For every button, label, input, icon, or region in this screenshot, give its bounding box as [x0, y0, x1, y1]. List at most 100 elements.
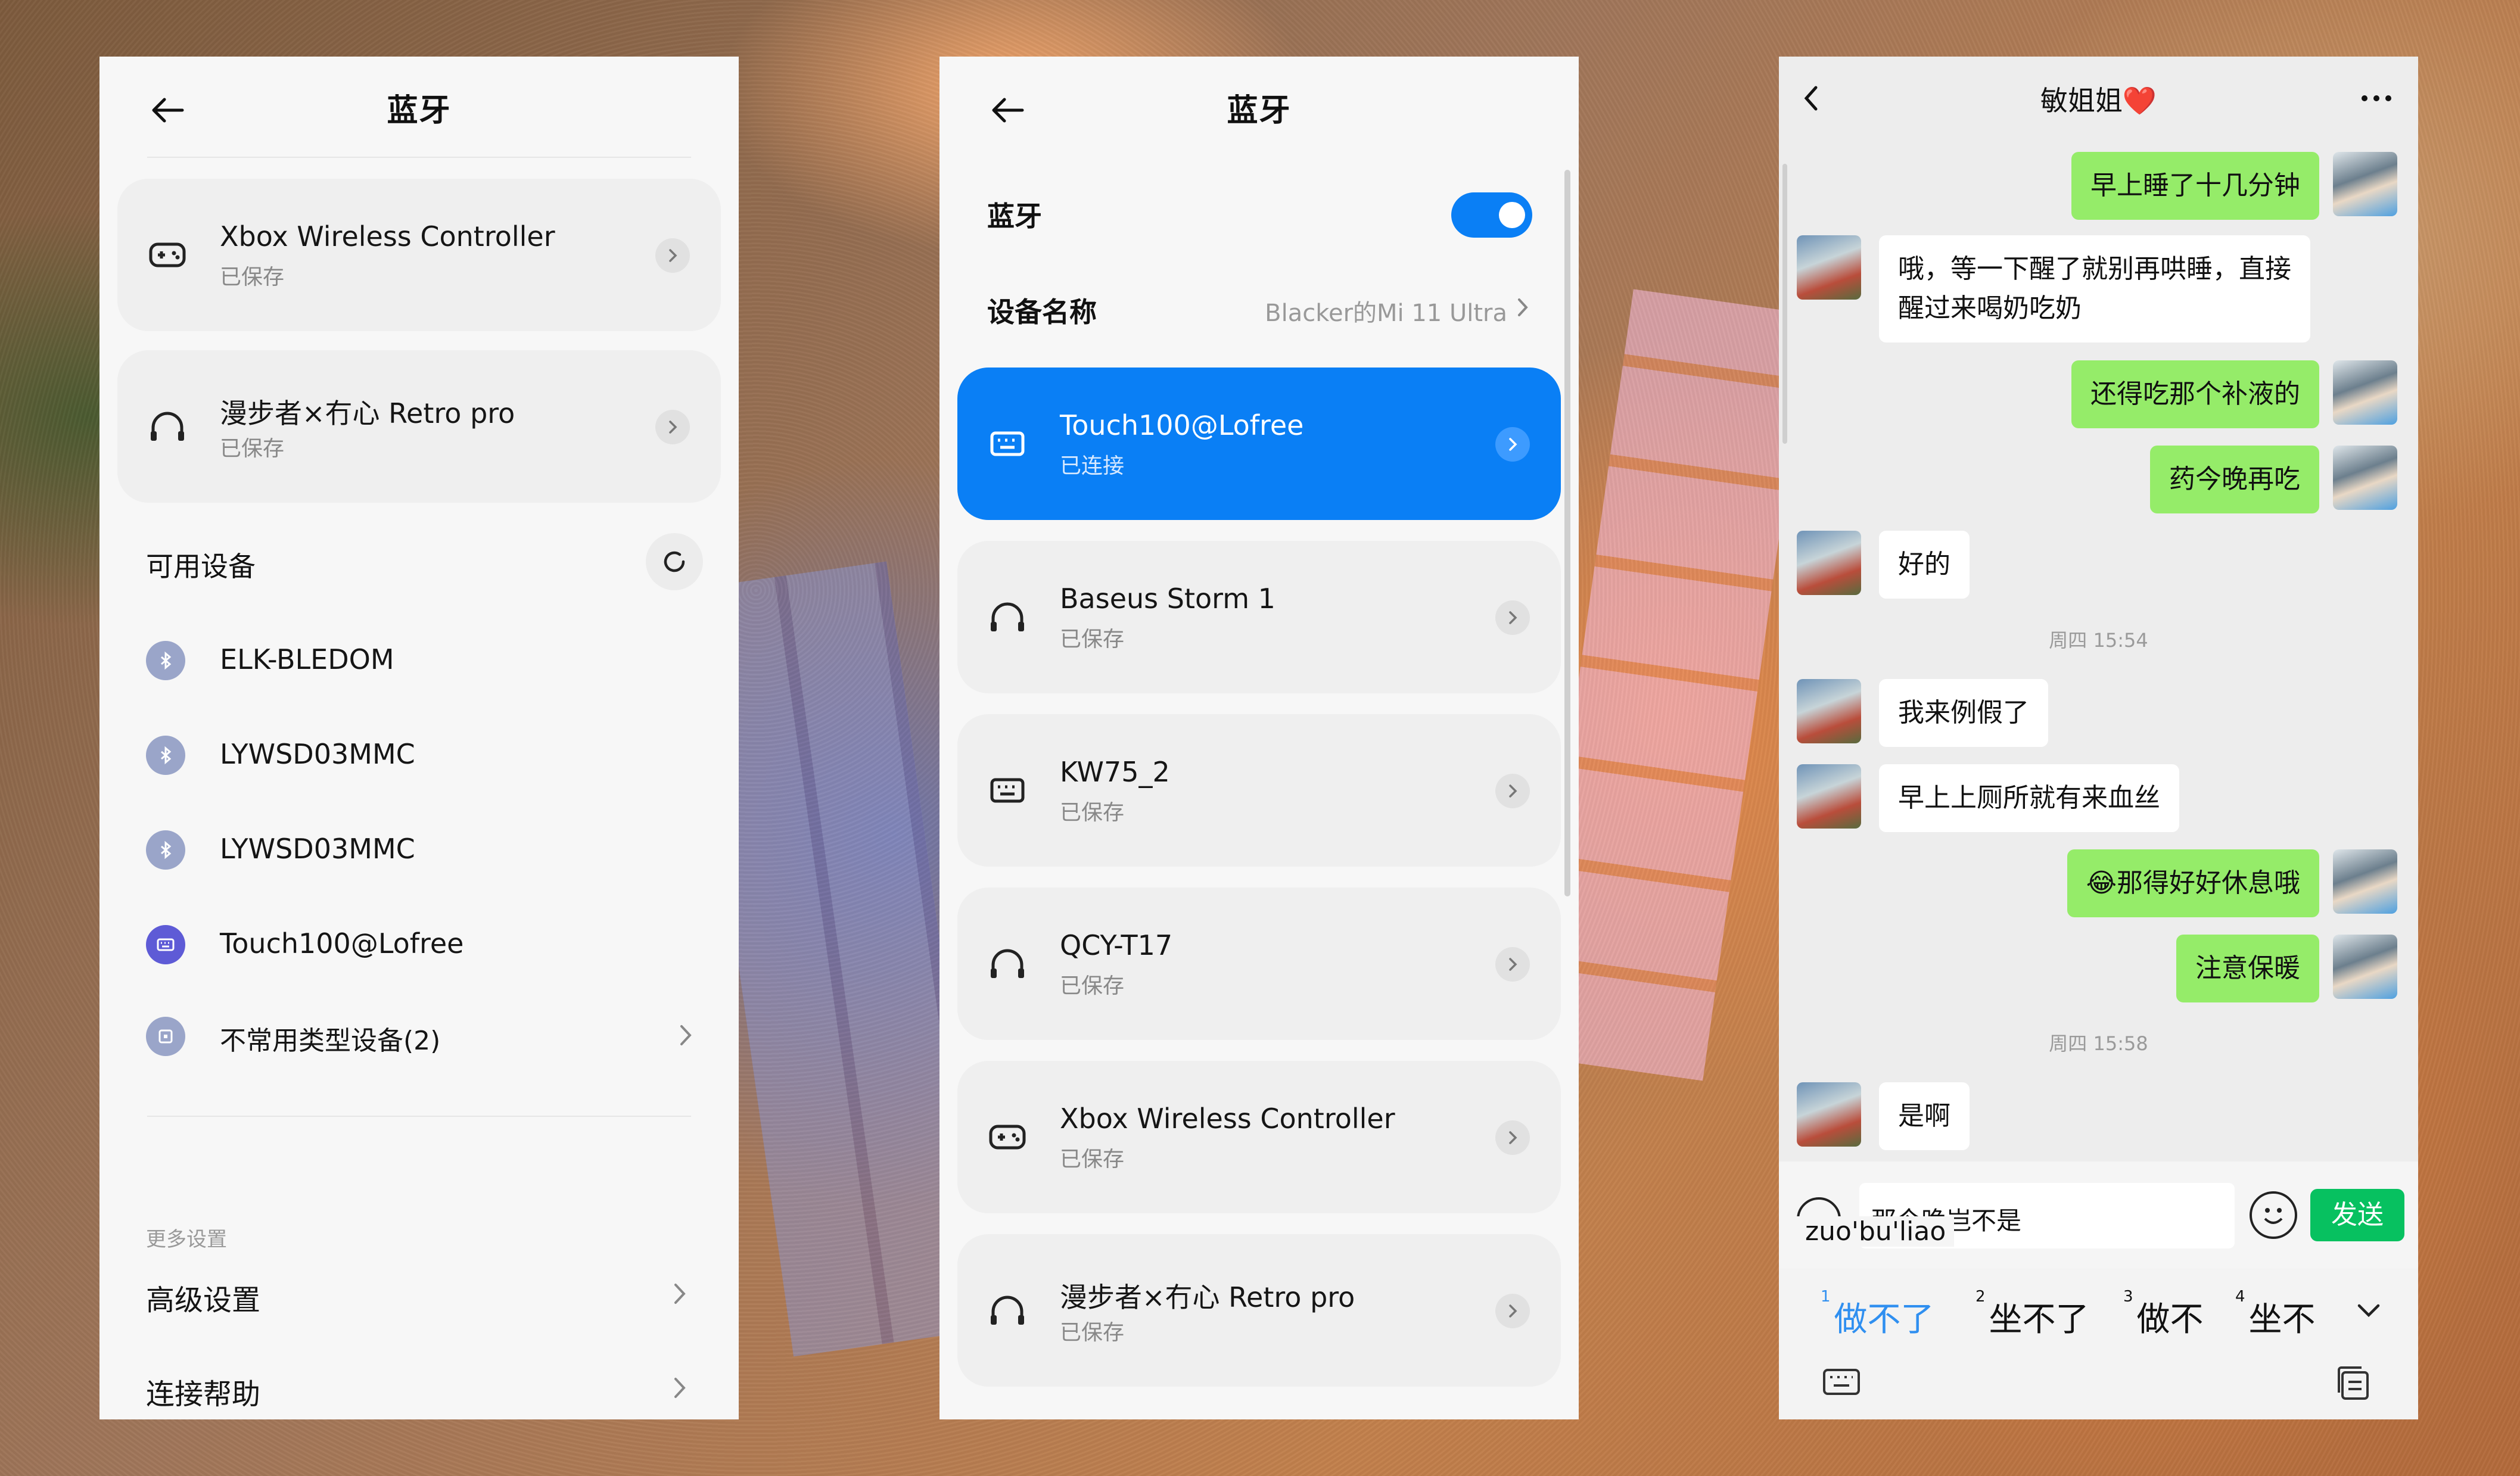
chevron-right-icon[interactable]	[655, 410, 690, 444]
page-title: 蓝牙	[1227, 93, 1292, 129]
chat-input-bar: 那今晚岂不是 zuo'bu'liao 发送	[1779, 1162, 2418, 1269]
device-name: Baseus Storm 1	[1060, 583, 1275, 615]
available-device-lywsd03mmc-1[interactable]: LYWSD03MMC	[146, 720, 697, 792]
chevron-right-icon[interactable]	[1495, 600, 1530, 635]
keyboard-icon[interactable]	[1821, 1364, 1862, 1402]
avatar[interactable]	[1797, 1082, 1861, 1147]
scrollbar[interactable]	[1782, 164, 1787, 444]
available-devices-label: 可用设备	[146, 550, 256, 583]
avatar[interactable]	[2333, 446, 2397, 510]
divider	[147, 1116, 691, 1117]
message-bubble[interactable]: 药今晚再吃	[2150, 446, 2319, 513]
ime-candidate-4[interactable]: 4坐不	[2235, 1288, 2316, 1341]
ime-candidate-1[interactable]: 1做不了	[1821, 1288, 1934, 1341]
uncommon-devices-label: 不常用类型设备(2)	[220, 1026, 441, 1056]
available-device-elk-bledom[interactable]: ELK-BLEDOM	[146, 625, 697, 697]
candidate-number: 4	[2235, 1288, 2245, 1306]
avatar[interactable]	[1797, 235, 1861, 300]
device-retro-pro[interactable]: 漫步者×冇心 Retro pro 已保存	[957, 1234, 1561, 1387]
avatar[interactable]	[2333, 849, 2397, 914]
device-name: LYWSD03MMC	[220, 833, 415, 865]
connection-help-row[interactable]: 连接帮助	[146, 1354, 691, 1419]
bluetooth-settings-panel-saved: 蓝牙 Xbox Wireless Controller 已保存 漫步者×冇心 R…	[99, 57, 739, 1419]
chat-title: 敏姐姐❤️	[2040, 85, 2157, 117]
uncommon-devices-row[interactable]: 不常用类型设备(2)	[146, 1001, 697, 1073]
gamepad-icon	[986, 1116, 1029, 1159]
message-bubble[interactable]: 好的	[1879, 531, 1970, 599]
saved-device-xbox[interactable]: Xbox Wireless Controller 已保存	[117, 179, 721, 331]
device-name: 漫步者×冇心 Retro pro	[220, 397, 515, 429]
advanced-settings-label: 高级设置	[146, 1284, 261, 1317]
bluetooth-toggle[interactable]	[1451, 192, 1532, 238]
ime-candidate-bar: 1做不了 2坐不了 3做不 4坐不	[1779, 1269, 2418, 1419]
device-name: Touch100@Lofree	[220, 927, 464, 960]
emoji-icon[interactable]	[2250, 1191, 2297, 1239]
device-touch100-connected[interactable]: Touch100@Lofree 已连接	[957, 368, 1561, 520]
device-kw75[interactable]: KW75_2 已保存	[957, 714, 1561, 867]
chevron-right-icon	[667, 1279, 691, 1311]
avatar[interactable]	[2333, 152, 2397, 216]
candidate-text: 做不	[2136, 1300, 2204, 1339]
device-status: 已保存	[1060, 627, 1125, 652]
message-bubble[interactable]: 还得吃那个补液的	[2071, 360, 2319, 428]
device-baseus-storm[interactable]: Baseus Storm 1 已保存	[957, 541, 1561, 693]
keyboard-icon	[986, 422, 1029, 465]
chevron-right-icon[interactable]	[1495, 947, 1530, 982]
available-device-touch100[interactable]: Touch100@Lofree	[146, 910, 697, 981]
headphones-icon	[146, 405, 189, 448]
chevron-right-icon[interactable]	[1495, 1294, 1530, 1328]
avatar[interactable]	[1797, 764, 1861, 829]
device-name: QCY-T17	[1060, 929, 1173, 961]
device-name: Touch100@Lofree	[1060, 409, 1304, 441]
timestamp: 周四 15:58	[2049, 1032, 2148, 1055]
bluetooth-settings-panel-devices: 蓝牙 蓝牙 设备名称 Blacker的Mi 11 Ultra Touch100@…	[939, 57, 1579, 1419]
divider	[147, 157, 691, 158]
message-bubble[interactable]: 早上睡了十几分钟	[2071, 152, 2319, 220]
candidate-number: 3	[2123, 1288, 2133, 1306]
avatar[interactable]	[2333, 935, 2397, 999]
device-name: KW75_2	[1060, 756, 1170, 788]
candidate-number: 2	[1975, 1288, 1986, 1306]
avatar[interactable]	[2333, 360, 2397, 425]
chevron-down-icon[interactable]	[2351, 1298, 2387, 1325]
ime-candidate-3[interactable]: 3做不	[2123, 1288, 2204, 1341]
chevron-right-icon[interactable]	[1495, 1120, 1530, 1155]
available-device-lywsd03mmc-2[interactable]: LYWSD03MMC	[146, 815, 697, 886]
chat-header: 敏姐姐❤️	[1779, 57, 2418, 140]
advanced-settings-row[interactable]: 高级设置	[146, 1260, 691, 1325]
message-bubble[interactable]: 我来例假了	[1879, 679, 2048, 747]
device-name: 漫步者×冇心 Retro pro	[1060, 1281, 1355, 1313]
bluetooth-toggle-label: 蓝牙	[987, 200, 1042, 232]
chevron-right-icon[interactable]	[1495, 427, 1530, 462]
avatar[interactable]	[1797, 679, 1861, 743]
scrollbar[interactable]	[1564, 170, 1570, 896]
chevron-right-icon[interactable]	[1495, 774, 1530, 808]
gamepad-icon	[146, 233, 189, 276]
send-button[interactable]: 发送	[2310, 1189, 2404, 1241]
device-name: Xbox Wireless Controller	[220, 220, 555, 253]
message-bubble[interactable]: 😂那得好好休息哦	[2067, 849, 2319, 917]
headphones-icon	[986, 596, 1029, 639]
clipboard-icon[interactable]	[2333, 1364, 2375, 1405]
device-name-value[interactable]: Blacker的Mi 11 Ultra	[1265, 294, 1507, 328]
candidate-number: 1	[1821, 1288, 1831, 1306]
saved-device-retro-pro[interactable]: 漫步者×冇心 Retro pro 已保存	[117, 350, 721, 503]
message-bubble[interactable]: 注意保暖	[2176, 935, 2319, 1002]
more-icon[interactable]	[2359, 86, 2394, 113]
device-xbox-controller[interactable]: Xbox Wireless Controller 已保存	[957, 1061, 1561, 1213]
message-bubble[interactable]: 早上上厕所就有来血丝	[1879, 764, 2179, 832]
avatar[interactable]	[1797, 531, 1861, 595]
message-bubble[interactable]: 是啊	[1879, 1082, 1970, 1150]
device-qcy-t17[interactable]: QCY-T17 已保存	[957, 888, 1561, 1040]
message-line: 醒过来喝奶吃奶	[1898, 293, 2082, 323]
device-box-icon	[146, 1017, 185, 1056]
chevron-right-icon	[1514, 292, 1532, 325]
device-status: 已保存	[220, 437, 285, 461]
candidate-text: 做不了	[1834, 1300, 1934, 1339]
refresh-icon[interactable]	[646, 533, 703, 590]
chevron-right-icon[interactable]	[655, 238, 690, 273]
message-bubble[interactable]: 哦，等一下醒了就别再哄睡，直接 醒过来喝奶吃奶	[1879, 235, 2310, 342]
bluetooth-icon	[146, 736, 185, 775]
device-status: 已保存	[1060, 1321, 1125, 1345]
ime-candidate-2[interactable]: 2坐不了	[1975, 1288, 2089, 1341]
